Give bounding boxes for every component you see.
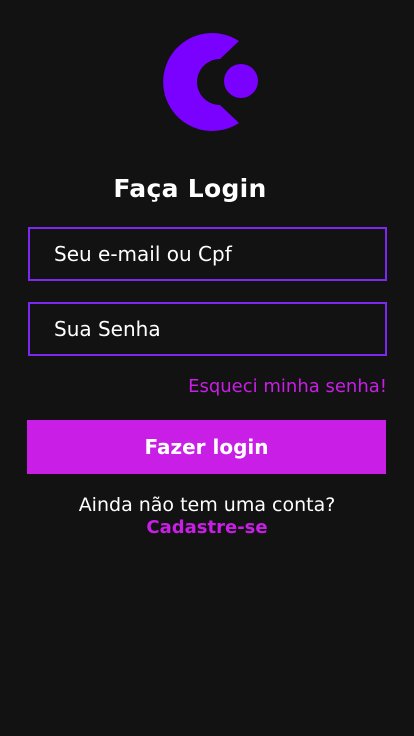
login-button[interactable]: Fazer login [27,420,386,474]
email-field[interactable] [28,227,387,281]
signup-prompt: Ainda não tem uma conta? [78,494,336,516]
password-input[interactable] [30,304,385,354]
forgot-password-link[interactable]: Esqueci minha senha! [188,376,387,397]
signup-link[interactable]: Cadastre-se [0,517,414,538]
brand-logo-icon [154,32,262,132]
page-title: Faça Login [113,174,267,203]
password-field[interactable] [28,302,387,356]
email-input[interactable] [30,229,385,279]
